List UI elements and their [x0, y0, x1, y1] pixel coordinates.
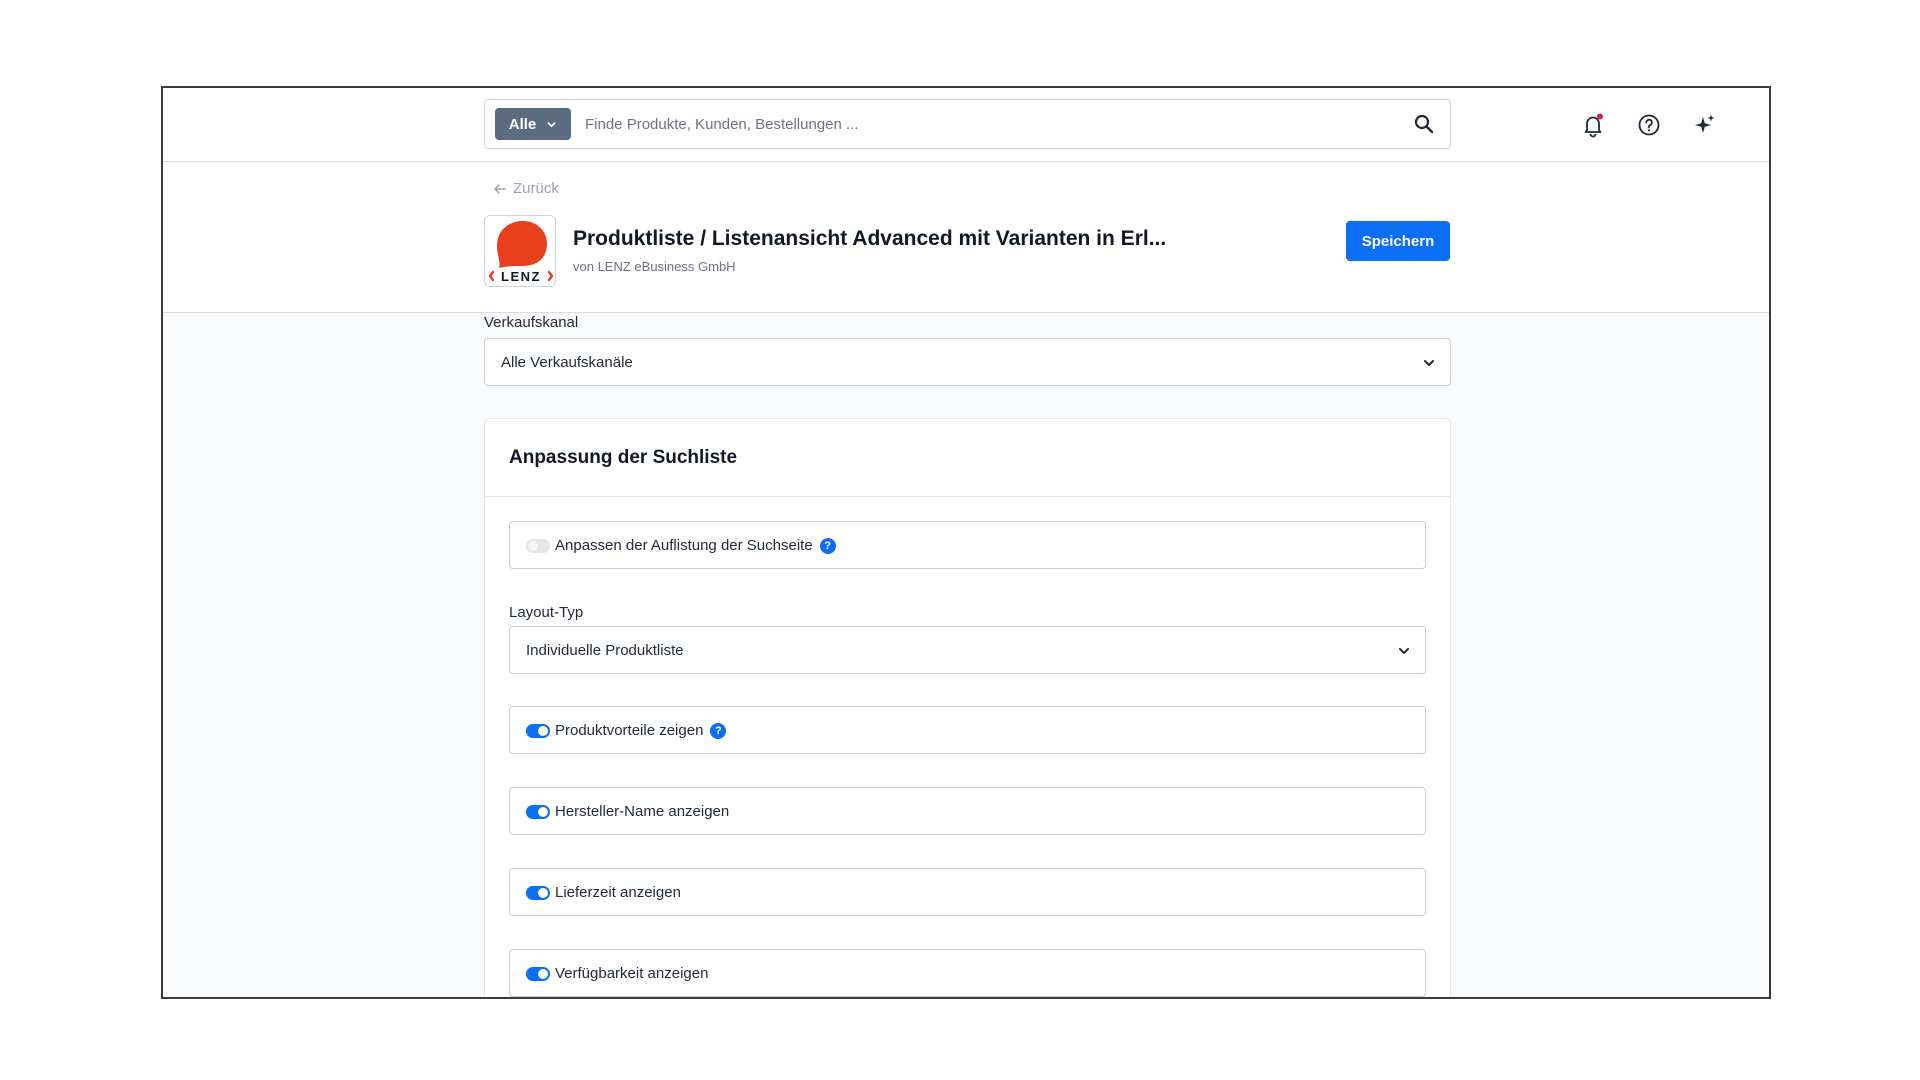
page-header: Zurück LENZ Produktliste / Listenansicht…	[163, 163, 1769, 313]
help-circle-icon[interactable]	[1636, 112, 1662, 138]
manufacturer-name-toggle[interactable]	[526, 805, 550, 819]
option-row-manufacturer-name: Hersteller-Name anzeigen	[509, 787, 1426, 835]
availability-toggle[interactable]	[526, 967, 550, 981]
customize-search-list-row: Anpassen der Auflistung der Suchseite?	[509, 521, 1426, 569]
sales-channel-label: Verkaufskanal	[484, 314, 579, 331]
search-scope-label: Alle	[508, 115, 537, 133]
arrow-left-icon	[494, 183, 506, 194]
divider	[485, 496, 1450, 497]
logo-text: LENZ	[501, 269, 541, 284]
customize-search-list-toggle[interactable]	[526, 539, 550, 553]
availability-label: Verfügbarkeit anzeigen	[555, 965, 709, 982]
chevron-down-icon	[1399, 648, 1409, 654]
page-title: Produktliste / Listenansicht Advanced mi…	[573, 227, 1167, 250]
search-icon[interactable]	[1412, 112, 1436, 136]
sales-channel-select[interactable]: Alle Verkaufskanäle	[484, 338, 1451, 386]
search-scope-dropdown[interactable]: Alle	[495, 108, 571, 140]
layout-type-label: Layout-Typ	[509, 604, 584, 621]
back-link-label: Zurück	[513, 180, 559, 197]
manufacturer-name-label: Hersteller-Name anzeigen	[555, 803, 730, 820]
card-title: Anpassung der Suchliste	[509, 447, 738, 468]
product-benefits-label: Produktvorteile zeigen	[555, 722, 704, 739]
bell-icon[interactable]	[1580, 112, 1606, 138]
option-row-delivery-time: Lieferzeit anzeigen	[509, 868, 1426, 916]
save-button[interactable]: Speichern	[1346, 221, 1450, 261]
product-benefits-toggle[interactable]	[526, 724, 550, 738]
sales-channel-value: Alle Verkaufskanäle	[501, 354, 633, 371]
option-row-availability: Verfügbarkeit anzeigen	[509, 949, 1426, 997]
layout-type-value: Individuelle Produktliste	[526, 642, 684, 659]
chevron-down-icon	[1424, 360, 1434, 366]
notification-dot	[1597, 113, 1603, 120]
option-row-product-benefits: Produktvorteile zeigen?	[509, 706, 1426, 754]
top-bar: Alle	[163, 88, 1769, 162]
vendor-label: von LENZ eBusiness GmbH	[573, 259, 736, 274]
sparkles-icon[interactable]	[1692, 112, 1718, 138]
app-window: Alle Zurück	[161, 86, 1771, 999]
search-list-settings-card: Anpassung der Suchliste Anpassen der Auf…	[484, 418, 1451, 997]
back-link[interactable]: Zurück	[493, 180, 559, 197]
delivery-time-label: Lieferzeit anzeigen	[555, 884, 681, 901]
delivery-time-toggle[interactable]	[526, 886, 550, 900]
chevron-down-icon	[547, 121, 556, 127]
info-icon[interactable]: ?	[819, 538, 836, 554]
info-icon[interactable]: ?	[710, 723, 727, 739]
customize-search-list-label: Anpassen der Auflistung der Suchseite	[555, 537, 813, 554]
global-search: Alle	[484, 99, 1451, 149]
app-logo: LENZ	[484, 215, 556, 287]
layout-type-select[interactable]: Individuelle Produktliste	[509, 626, 1426, 674]
search-input[interactable]	[585, 110, 1365, 138]
